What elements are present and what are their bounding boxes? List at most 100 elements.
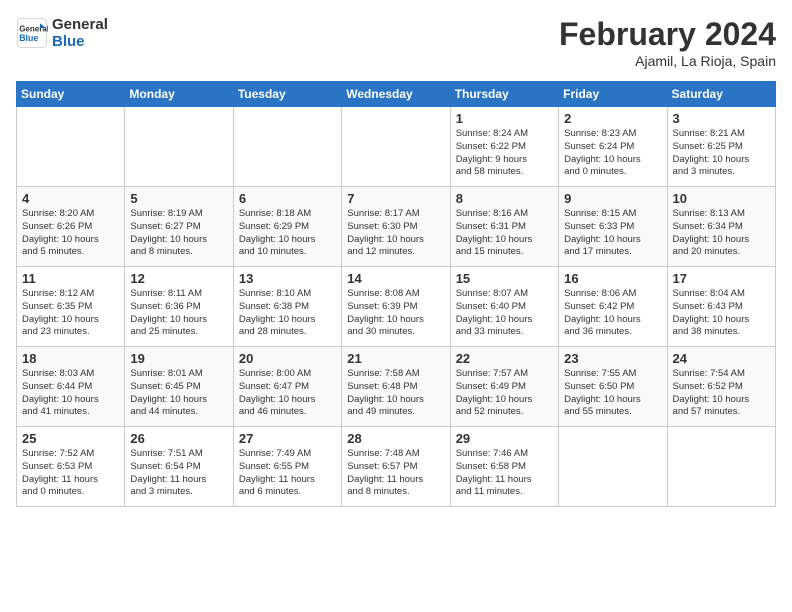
day-info: Sunrise: 8:07 AM Sunset: 6:40 PM Dayligh… (456, 288, 553, 339)
day-number: 27 (239, 431, 336, 446)
logo-icon: General Blue (16, 17, 48, 49)
day-number: 19 (130, 351, 227, 366)
day-number: 21 (347, 351, 444, 366)
calendar-cell: 16Sunrise: 8:06 AM Sunset: 6:42 PM Dayli… (559, 267, 667, 347)
day-number: 5 (130, 191, 227, 206)
day-info: Sunrise: 8:15 AM Sunset: 6:33 PM Dayligh… (564, 208, 661, 259)
weekday-header: Friday (559, 82, 667, 107)
calendar-cell (559, 427, 667, 507)
calendar-cell: 22 Sunrise: 7:57 AM Sunset: 6:49 PM Dayli… (450, 347, 558, 427)
location: Ajamil, La Rioja, Spain (559, 53, 776, 69)
day-number: 4 (22, 191, 119, 206)
calendar-cell: 14 Sunrise: 8:08 AM Sunset: 6:39 PM Dayli… (342, 267, 450, 347)
day-number: 14 (347, 271, 444, 286)
calendar-cell: 8 Sunrise: 8:16 AM Sunset: 6:31 PM Daylig… (450, 187, 558, 267)
weekday-header-row: SundayMondayTuesdayWednesdayThursdayFrid… (17, 82, 776, 107)
day-number: 18 (22, 351, 119, 366)
day-number: 7 (347, 191, 444, 206)
calendar-cell: 3 Sunrise: 8:21 AM Sunset: 6:25 PM Daylig… (667, 107, 775, 187)
day-number: 15 (456, 271, 553, 286)
day-info: Sunrise: 8:21 AM Sunset: 6:25 PM Dayligh… (673, 128, 770, 179)
calendar-cell: 7Sunrise: 8:17 AM Sunset: 6:30 PM Daylig… (342, 187, 450, 267)
day-info: Sunrise: 8:20 AM Sunset: 6:26 PM Dayligh… (22, 208, 119, 259)
calendar-cell: 1Sunrise: 8:24 AM Sunset: 6:22 PM Daylig… (450, 107, 558, 187)
calendar-cell: 18 Sunrise: 8:03 AM Sunset: 6:44 PM Dayli… (17, 347, 125, 427)
day-info: Sunrise: 8:18 AM Sunset: 6:29 PM Dayligh… (239, 208, 336, 259)
day-info: Sunrise: 8:03 AM Sunset: 6:44 PM Dayligh… (22, 368, 119, 419)
calendar-cell (17, 107, 125, 187)
day-number: 26 (130, 431, 227, 446)
day-info: Sunrise: 8:16 AM Sunset: 6:31 PM Dayligh… (456, 208, 553, 259)
calendar-cell: 28Sunrise: 7:48 AM Sunset: 6:57 PM Dayli… (342, 427, 450, 507)
calendar-cell: 17Sunrise: 8:04 AM Sunset: 6:43 PM Dayli… (667, 267, 775, 347)
calendar-cell: 13 Sunrise: 8:10 AM Sunset: 6:38 PM Dayli… (233, 267, 341, 347)
weekday-header: Sunday (17, 82, 125, 107)
weekday-header: Tuesday (233, 82, 341, 107)
day-info: Sunrise: 7:52 AM Sunset: 6:53 PM Dayligh… (22, 448, 119, 499)
calendar-week-row: 4 Sunrise: 8:20 AM Sunset: 6:26 PM Daylig… (17, 187, 776, 267)
calendar-week-row: 11 Sunrise: 8:12 AM Sunset: 6:35 PM Dayli… (17, 267, 776, 347)
calendar-cell: 4 Sunrise: 8:20 AM Sunset: 6:26 PM Daylig… (17, 187, 125, 267)
calendar-cell: 24Sunrise: 7:54 AM Sunset: 6:52 PM Dayli… (667, 347, 775, 427)
day-number: 22 (456, 351, 553, 366)
calendar-cell: 6 Sunrise: 8:18 AM Sunset: 6:29 PM Daylig… (233, 187, 341, 267)
day-info: Sunrise: 7:57 AM Sunset: 6:49 PM Dayligh… (456, 368, 553, 419)
day-number: 10 (673, 191, 770, 206)
calendar-cell: 26 Sunrise: 7:51 AM Sunset: 6:54 PM Dayli… (125, 427, 233, 507)
day-info: Sunrise: 8:23 AM Sunset: 6:24 PM Dayligh… (564, 128, 661, 179)
day-info: Sunrise: 7:58 AM Sunset: 6:48 PM Dayligh… (347, 368, 444, 419)
day-info: Sunrise: 7:51 AM Sunset: 6:54 PM Dayligh… (130, 448, 227, 499)
day-info: Sunrise: 8:13 AM Sunset: 6:34 PM Dayligh… (673, 208, 770, 259)
day-info: Sunrise: 8:00 AM Sunset: 6:47 PM Dayligh… (239, 368, 336, 419)
month-title: February 2024 (559, 16, 776, 53)
day-info: Sunrise: 8:08 AM Sunset: 6:39 PM Dayligh… (347, 288, 444, 339)
day-number: 25 (22, 431, 119, 446)
day-number: 17 (673, 271, 770, 286)
calendar-table: SundayMondayTuesdayWednesdayThursdayFrid… (16, 81, 776, 507)
day-info: Sunrise: 8:24 AM Sunset: 6:22 PM Dayligh… (456, 128, 553, 179)
calendar-cell: 29 Sunrise: 7:46 AM Sunset: 6:58 PM Dayli… (450, 427, 558, 507)
day-info: Sunrise: 8:10 AM Sunset: 6:38 PM Dayligh… (239, 288, 336, 339)
calendar-cell: 23Sunrise: 7:55 AM Sunset: 6:50 PM Dayli… (559, 347, 667, 427)
day-info: Sunrise: 8:12 AM Sunset: 6:35 PM Dayligh… (22, 288, 119, 339)
day-number: 29 (456, 431, 553, 446)
calendar-cell: 27Sunrise: 7:49 AM Sunset: 6:55 PM Dayli… (233, 427, 341, 507)
day-number: 13 (239, 271, 336, 286)
day-number: 12 (130, 271, 227, 286)
calendar-cell: 5 Sunrise: 8:19 AM Sunset: 6:27 PM Daylig… (125, 187, 233, 267)
calendar-cell: 20 Sunrise: 8:00 AM Sunset: 6:47 PM Dayli… (233, 347, 341, 427)
day-info: Sunrise: 8:11 AM Sunset: 6:36 PM Dayligh… (130, 288, 227, 339)
calendar-cell: 25 Sunrise: 7:52 AM Sunset: 6:53 PM Dayli… (17, 427, 125, 507)
calendar-cell (125, 107, 233, 187)
svg-text:Blue: Blue (19, 33, 38, 43)
weekday-header: Saturday (667, 82, 775, 107)
day-info: Sunrise: 8:01 AM Sunset: 6:45 PM Dayligh… (130, 368, 227, 419)
day-info: Sunrise: 7:48 AM Sunset: 6:57 PM Dayligh… (347, 448, 444, 499)
weekday-header: Thursday (450, 82, 558, 107)
day-number: 8 (456, 191, 553, 206)
calendar-cell: 10 Sunrise: 8:13 AM Sunset: 6:34 PM Dayli… (667, 187, 775, 267)
calendar-cell: 15 Sunrise: 8:07 AM Sunset: 6:40 PM Dayli… (450, 267, 558, 347)
day-info: Sunrise: 8:19 AM Sunset: 6:27 PM Dayligh… (130, 208, 227, 259)
calendar-cell (667, 427, 775, 507)
calendar-week-row: 18 Sunrise: 8:03 AM Sunset: 6:44 PM Dayli… (17, 347, 776, 427)
calendar-week-row: 1Sunrise: 8:24 AM Sunset: 6:22 PM Daylig… (17, 107, 776, 187)
day-number: 9 (564, 191, 661, 206)
day-number: 11 (22, 271, 119, 286)
day-number: 3 (673, 111, 770, 126)
day-number: 2 (564, 111, 661, 126)
day-info: Sunrise: 7:55 AM Sunset: 6:50 PM Dayligh… (564, 368, 661, 419)
calendar-cell: 9 Sunrise: 8:15 AM Sunset: 6:33 PM Daylig… (559, 187, 667, 267)
day-info: Sunrise: 7:46 AM Sunset: 6:58 PM Dayligh… (456, 448, 553, 499)
logo-text: General Blue (52, 16, 108, 50)
day-info: Sunrise: 7:54 AM Sunset: 6:52 PM Dayligh… (673, 368, 770, 419)
calendar-cell (233, 107, 341, 187)
day-number: 6 (239, 191, 336, 206)
page-header: General Blue General Blue February 2024 … (16, 16, 776, 69)
calendar-cell: 12 Sunrise: 8:11 AM Sunset: 6:36 PM Dayli… (125, 267, 233, 347)
calendar-cell (342, 107, 450, 187)
day-number: 20 (239, 351, 336, 366)
day-number: 16 (564, 271, 661, 286)
calendar-cell: 19 Sunrise: 8:01 AM Sunset: 6:45 PM Dayli… (125, 347, 233, 427)
title-section: February 2024 Ajamil, La Rioja, Spain (559, 16, 776, 69)
